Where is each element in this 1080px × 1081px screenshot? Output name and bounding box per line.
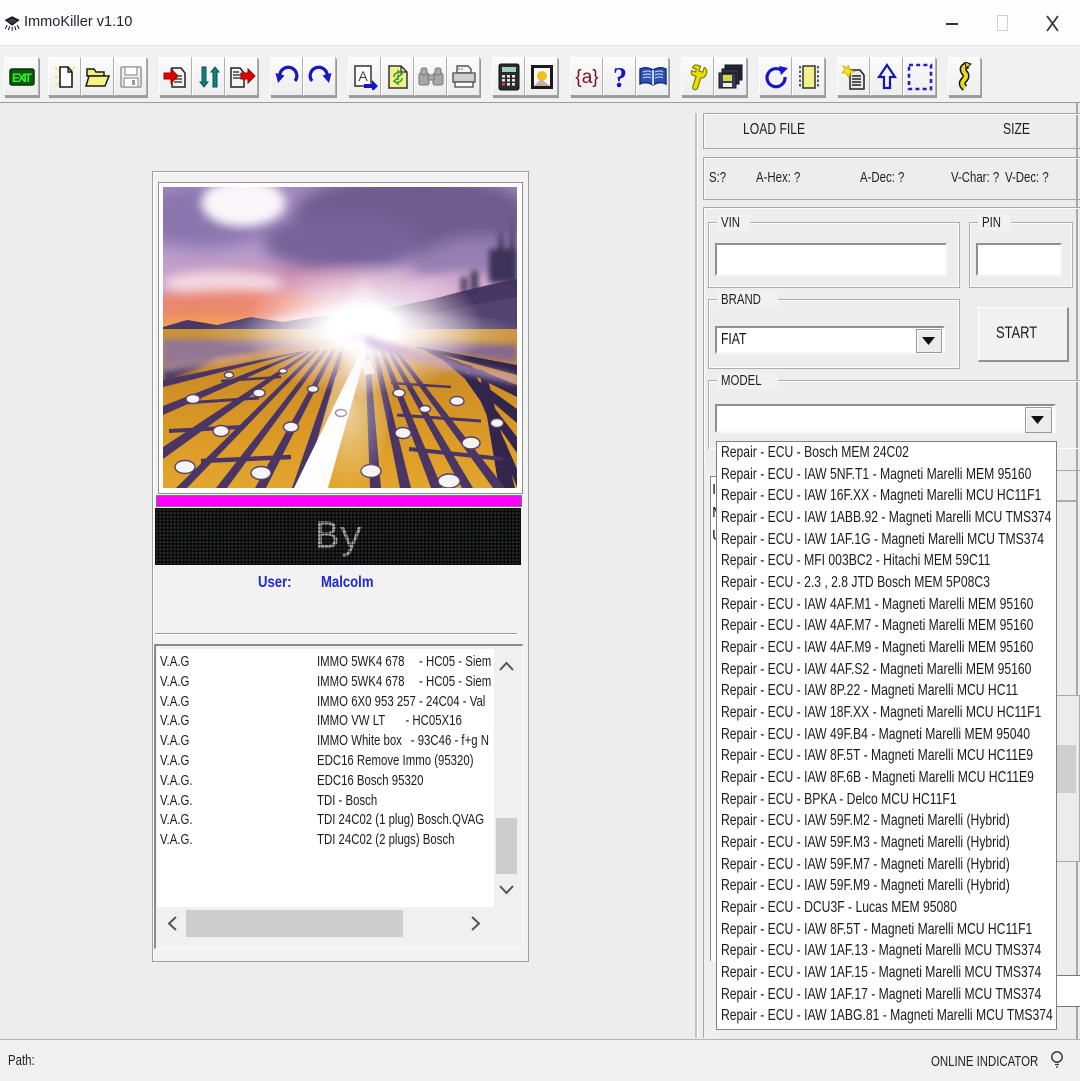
svg-text:A: A — [358, 68, 368, 84]
svg-text:EXIT: EXIT — [12, 71, 33, 85]
svg-text:{a}: {a} — [575, 67, 598, 88]
svg-text:?: ? — [613, 63, 627, 91]
